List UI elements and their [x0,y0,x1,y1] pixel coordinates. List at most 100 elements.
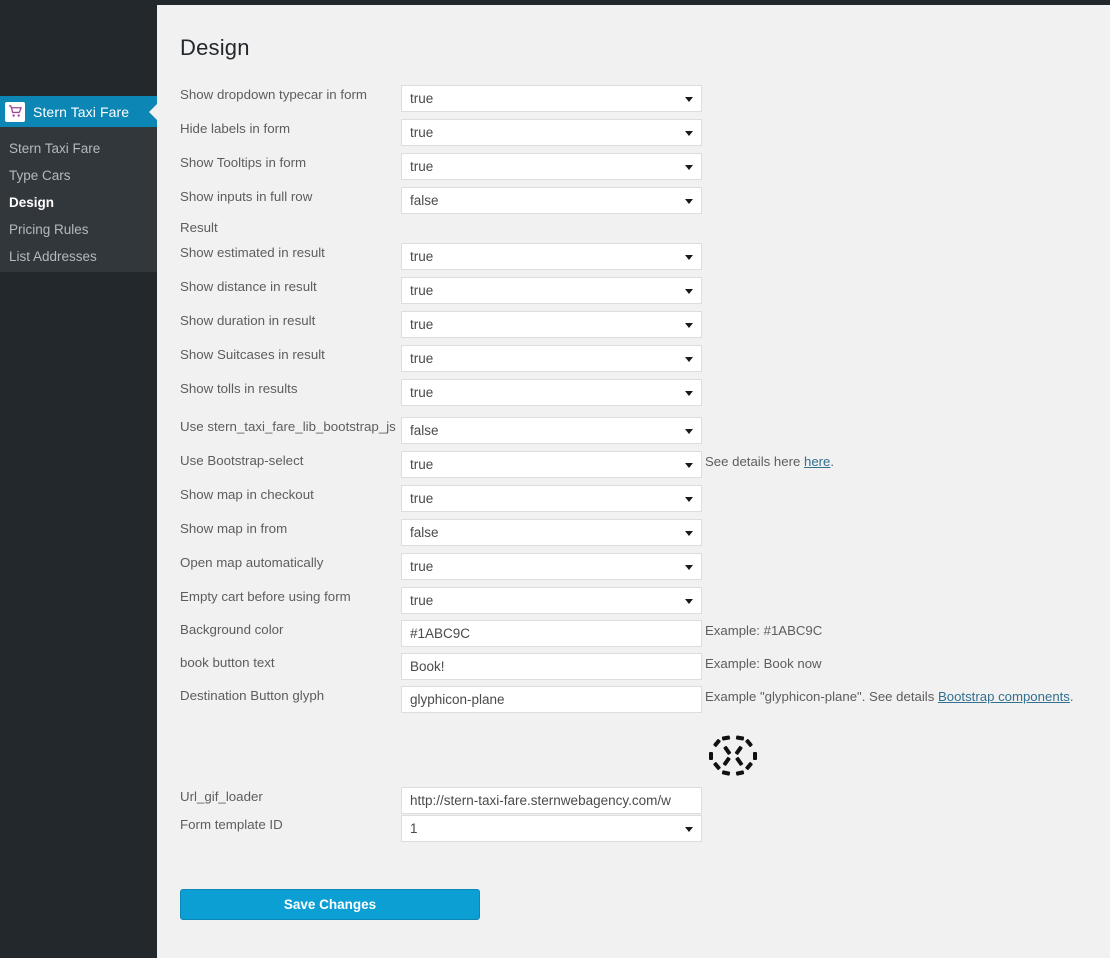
chevron-down-icon [685,391,693,396]
form-row: book button text Book! Example: Book now [157,653,1110,681]
field-value: true [410,159,434,174]
select-dropdown[interactable]: true [401,485,702,512]
hint-link[interactable]: here [804,454,830,469]
text-input[interactable]: #1ABC9C [401,620,702,647]
field-label: Show Tooltips in form [180,155,307,170]
form-row: Use stern_taxi_fare_lib_bootstrap_js fals… [157,417,1110,445]
sidebar-submenu: Stern Taxi Fare Type Cars Design Pricing Ru… [0,127,157,272]
field-value: true [410,491,434,506]
field-value: true [410,457,434,472]
form-row: Show inputs in full row false [157,187,1110,215]
field-label: Url_gif_loader [180,789,263,804]
form-row: Destination Button glyph glyphicon-plane E… [157,686,1110,714]
chevron-down-icon [685,131,693,136]
select-dropdown[interactable]: false [401,417,702,444]
field-value: Book! [410,659,445,674]
chevron-down-icon [685,599,693,604]
page-title: Design [180,35,250,60]
save-changes-button[interactable]: Save Changes [180,889,480,920]
hint-text: Example: #1ABC9C [705,623,823,638]
sidebar-item-stern-taxi-fare[interactable]: Stern Taxi Fare [0,135,157,162]
form-row: Show estimated in result true [157,243,1110,271]
form-row: Background color #1ABC9C Example: #1ABC9C [157,620,1110,648]
select-dropdown[interactable]: true [401,277,702,304]
form-row: Show dropdown typecar in form true [157,85,1110,113]
field-hint: Example "glyphicon-plane". See details B… [705,689,1074,704]
field-value: true [410,593,434,608]
sidebar-item-pricing-rules[interactable]: Pricing Rules [0,216,157,243]
select-dropdown[interactable]: true [401,243,702,270]
chevron-down-icon [685,165,693,170]
chevron-down-icon [685,289,693,294]
sidebar-item-type-cars[interactable]: Type Cars [0,162,157,189]
chevron-down-icon [685,497,693,502]
field-label: Show tolls in results [180,381,298,396]
field-value: true [410,559,434,574]
select-dropdown[interactable]: true [401,379,702,406]
form-row: Empty cart before using form true [157,587,1110,615]
field-label: book button text [180,655,275,670]
form-row: Url_gif_loader http://stern-taxi-fare.ste… [157,787,1110,815]
field-value: true [410,385,434,400]
hint-text-suffix: . [830,454,835,469]
field-value: true [410,249,434,264]
hint-text: Example "glyphicon-plane". See details [705,689,938,704]
chevron-down-icon [685,565,693,570]
select-dropdown[interactable]: true [401,587,702,614]
select-dropdown[interactable]: true [401,345,702,372]
form-row: Show duration in result true [157,311,1110,339]
form-row: Show tolls in results true [157,379,1110,407]
form-row: Use Bootstrap-select true See details here… [157,451,1110,479]
select-dropdown[interactable]: false [401,187,702,214]
sidebar-menu-header-label: Stern Taxi Fare [33,103,130,120]
chevron-down-icon [685,531,693,536]
field-label: Use Bootstrap-select [180,453,304,468]
field-label: Show duration in result [180,313,316,328]
form-row: Show Tooltips in form true [157,153,1110,181]
hint-text: See details here [705,454,804,469]
field-value: 1 [410,821,418,836]
main-content: Design Show dropdown typecar in form true… [157,5,1110,958]
form-row: Form template ID 1 [157,815,1110,843]
field-label: Empty cart before using form [180,589,351,604]
hint-text-suffix: . [1069,689,1074,704]
field-hint: Example: Book now [705,656,822,671]
field-label: Use stern_taxi_fare_lib_bootstrap_js [180,419,396,434]
chevron-down-icon [685,357,693,362]
hint-link[interactable]: Bootstrap components [938,689,1070,704]
text-input[interactable]: Book! [401,653,702,680]
select-dropdown[interactable]: true [401,451,702,478]
select-dropdown[interactable]: true [401,153,702,180]
form-row: Show distance in result true [157,277,1110,305]
cart-icon [5,101,25,122]
select-dropdown[interactable]: 1 [401,815,702,842]
form-row: Show Suitcases in result true [157,345,1110,373]
field-label: Show estimated in result [180,245,325,260]
chevron-down-icon [685,827,693,832]
select-dropdown[interactable]: true [401,553,702,580]
field-label: Form template ID [180,817,283,832]
field-label: Show map in checkout [180,487,314,502]
field-label: Destination Button glyph [180,688,325,703]
field-value: true [410,283,434,298]
field-value: false [410,525,439,540]
select-dropdown[interactable]: true [401,311,702,338]
sidebar-item-design[interactable]: Design [0,189,157,216]
select-dropdown[interactable]: true [401,119,702,146]
chevron-down-icon [685,429,693,434]
app-window: Stern Taxi Fare Stern Taxi Fare Type Cars… [0,0,1110,958]
field-label: Background color [180,622,284,637]
text-input[interactable]: http://stern-taxi-fare.sternwebagency.co… [401,787,702,814]
select-dropdown[interactable]: false [401,519,702,546]
chevron-down-icon [685,255,693,260]
select-dropdown[interactable]: true [401,85,702,112]
sidebar-item-list-addresses[interactable]: List Addresses [0,243,157,270]
field-value: glyphicon-plane [410,692,505,707]
field-label: Show Suitcases in result [180,347,325,362]
field-label: Show dropdown typecar in form [180,87,367,102]
field-label: Hide labels in form [180,121,291,136]
text-input[interactable]: glyphicon-plane [401,686,702,713]
field-label: Show distance in result [180,279,317,294]
sidebar-menu-header-stern-taxi-fare[interactable]: Stern Taxi Fare [0,96,158,127]
field-hint: Example: #1ABC9C [705,623,822,638]
